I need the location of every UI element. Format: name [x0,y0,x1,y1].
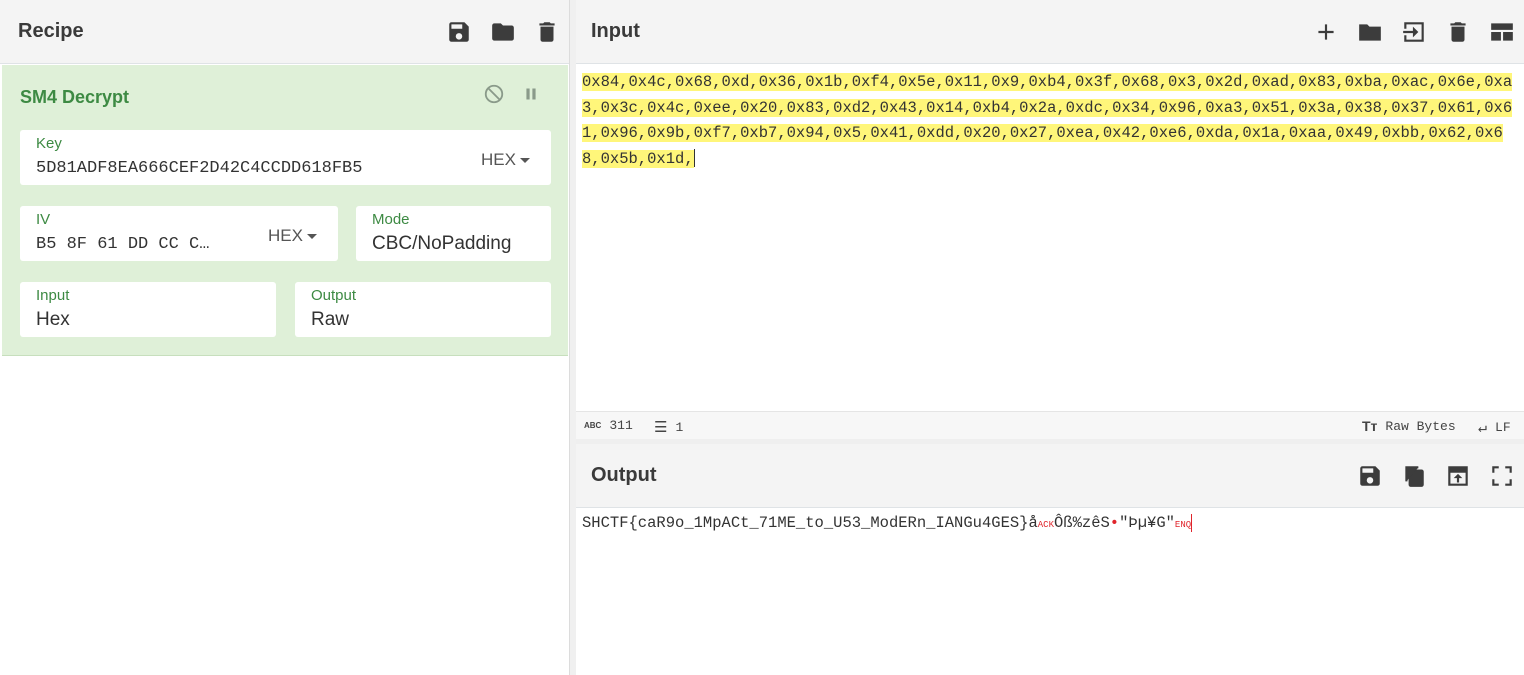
control-char-dot: • [1109,514,1120,533]
abc-icon: ABC [584,421,602,430]
input-format-label: Input [36,287,70,304]
caret-down-icon [519,157,530,163]
output-header: Output [576,444,1524,508]
output-panel: Output SHCTF{caR9o_1MpACt_71ME_to_U53_Mo… [576,444,1524,675]
operation-sm4-decrypt[interactable]: SM4 Decrypt Key 5D81ADF8EA666CEF2D42C4CC… [2,65,568,356]
save-icon [1360,466,1380,486]
save-icon [449,22,469,42]
input-text: 0x84,0x4c,0x68,0xd,0x36,0x1b,0xf4,0x5e,0… [582,73,1513,168]
key-encoding-dropdown[interactable]: HEX [481,150,530,170]
save-output-button[interactable] [1348,454,1392,498]
load-recipe-button[interactable] [481,10,525,54]
eol-value: LF [1495,420,1511,435]
caret-down-icon [306,233,317,239]
recipe-header: Recipe [0,0,569,64]
open-file-button[interactable] [1348,10,1392,54]
key-field[interactable]: Key 5D81ADF8EA666CEF2D42C4CCDD618FB5 HEX [20,130,551,185]
output-format-select[interactable]: Raw [311,309,349,331]
input-length: 311 [609,418,633,433]
lines-indicator: ☰ 1 [654,418,683,437]
input-icon [1403,22,1424,42]
replace-input-button[interactable] [1436,454,1480,498]
iv-encoding-value: HEX [268,226,303,245]
iv-encoding-dropdown[interactable]: HEX [268,226,317,246]
copy-output-button[interactable] [1392,454,1436,498]
output-format-label: Output [311,287,357,304]
folder-icon [492,23,514,41]
length-indicator: ABC 311 [584,418,633,433]
output-to-input-icon [1448,466,1468,486]
lines-icon: ☰ [654,420,668,437]
layout-icon [1491,23,1513,41]
recipe-title: Recipe [18,20,84,42]
output-text-end: "Þµ¥G" [1119,514,1175,533]
input-format-field[interactable]: Input Hex [20,282,276,337]
operation-title: SM4 Decrypt [20,87,130,107]
recipe-panel: Recipe SM4 Decrypt Key 5D81ADF8EA666CEF2… [0,0,570,675]
output-text-mid: Ôß%zêS [1053,514,1110,533]
text-cursor [1191,514,1193,532]
encoding-value: Raw Bytes [1385,418,1456,434]
input-format-select[interactable]: Hex [36,309,70,331]
copy-icon [1405,466,1424,487]
reset-layout-button[interactable] [1480,10,1524,54]
output-text-main: SHCTF{caR9o_1MpACt_71ME_to_U53_ModERn_IA… [582,514,1038,533]
trash-icon [539,22,555,42]
key-label: Key [36,135,62,152]
iv-input[interactable]: B5 8F 61 DD CC C… [36,235,246,254]
input-textarea[interactable]: 0x84,0x4c,0x68,0xd,0x36,0x1b,0xf4,0x5e,0… [576,64,1524,411]
input-title: Input [591,20,640,42]
input-lines: 1 [675,420,684,435]
eol-selector[interactable]: ↵ LF [1478,418,1511,437]
key-encoding-value: HEX [481,150,516,169]
input-header: Input [576,0,1524,64]
fullscreen-icon [1492,466,1512,486]
plus-icon [1318,24,1334,40]
maximise-output-button[interactable] [1480,454,1524,498]
mode-select[interactable]: CBC/NoPadding [372,233,511,255]
text-format-icon: Tт [1362,418,1378,434]
key-input[interactable]: 5D81ADF8EA666CEF2D42C4CCDD618FB5 [36,159,466,178]
mode-field[interactable]: Mode CBC/NoPadding [356,206,551,261]
clear-recipe-button[interactable] [525,10,569,54]
output-title: Output [591,464,657,486]
text-cursor [693,149,695,168]
clear-input-button[interactable] [1436,10,1480,54]
encoding-selector[interactable]: Tт Raw Bytes [1362,418,1456,434]
disable-operation-button[interactable] [479,79,509,109]
save-recipe-button[interactable] [437,10,481,54]
pause-operation-button[interactable] [516,79,546,109]
input-status-bar: ABC 311 ☰ 1 Tт Raw Bytes ↵ LF [576,411,1524,439]
return-icon: ↵ [1478,420,1488,437]
output-format-field[interactable]: Output Raw [295,282,551,337]
output-textarea[interactable]: SHCTF{caR9o_1MpACt_71ME_to_U53_ModERn_IA… [576,508,1524,538]
add-tab-button[interactable] [1304,10,1348,54]
cyberchef-app: Recipe SM4 Decrypt Key 5D81ADF8EA666CEF2… [0,0,1524,675]
pause-icon [526,88,536,100]
open-folder-button[interactable] [1392,10,1436,54]
trash-icon [1450,22,1466,42]
control-char-ack: ACK [1037,520,1054,531]
control-char-enq: ENQ [1174,520,1192,531]
mode-label: Mode [372,211,410,228]
folder-open-icon [1359,24,1381,41]
iv-label: IV [36,211,51,228]
disable-icon [484,84,504,104]
input-panel: Input 0x84,0x4c,0x68,0xd,0x36,0x1b,0xf4,… [576,0,1524,444]
iv-field[interactable]: IV B5 8F 61 DD CC C… HEX [20,206,338,261]
